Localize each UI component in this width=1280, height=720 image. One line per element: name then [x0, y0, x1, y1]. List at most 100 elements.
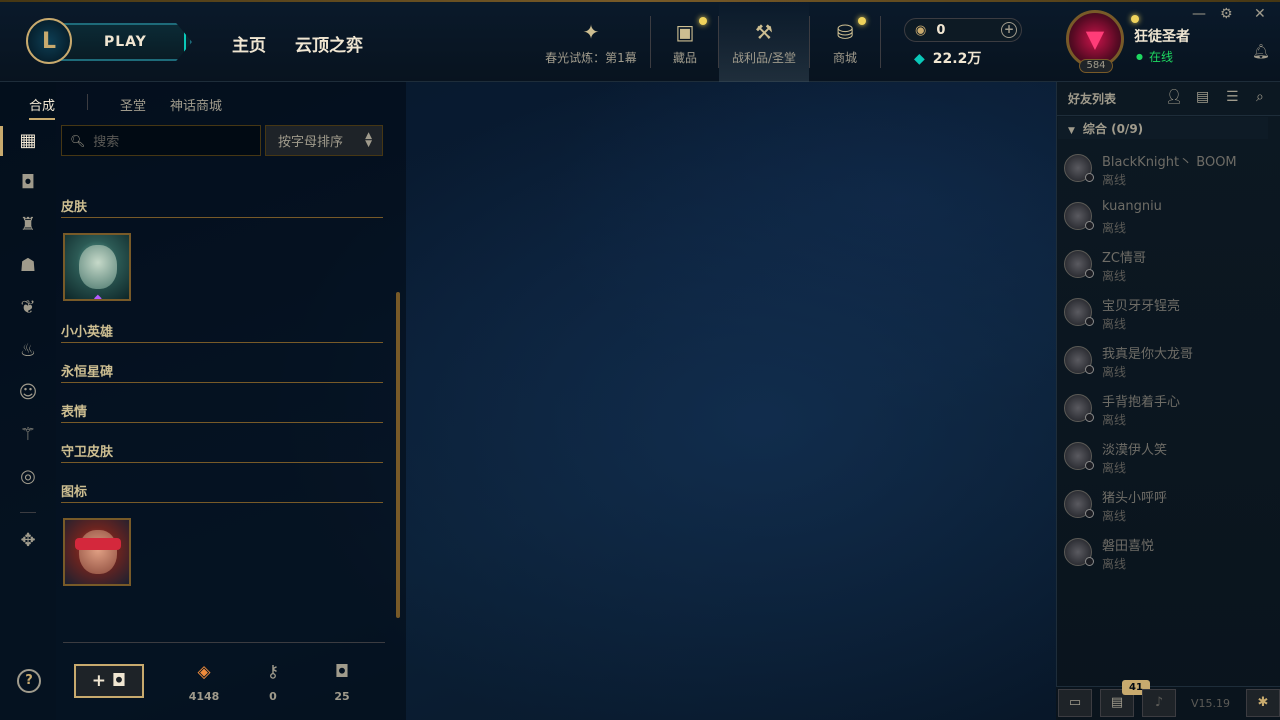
- friend-item[interactable]: 磐田喜悦 离线: [1062, 535, 1272, 575]
- search-icon[interactable]: ⌕: [1256, 89, 1264, 105]
- ward-icon[interactable]: ⚚: [16, 423, 40, 447]
- friend-group[interactable]: ▼ 综合 (0/9): [1058, 117, 1268, 139]
- tab-crafting[interactable]: 合成: [29, 95, 56, 120]
- flame-icon[interactable]: ♨: [16, 339, 40, 363]
- friend-status: 离线: [1102, 461, 1127, 475]
- league-logo-icon[interactable]: L: [26, 18, 72, 64]
- bug-report-icon[interactable]: ✱: [1246, 689, 1280, 717]
- profile-icon[interactable]: ◎: [16, 465, 40, 489]
- level-badge: 584: [1079, 59, 1113, 73]
- friend-item[interactable]: 手背抱着手心 离线: [1062, 391, 1272, 431]
- minimize-icon[interactable]: —: [1192, 6, 1206, 22]
- section-icons[interactable]: 图标: [61, 481, 383, 503]
- search-input[interactable]: 🔍︎ 搜索: [61, 125, 261, 156]
- section-eternals[interactable]: 永恒星碑: [61, 361, 383, 383]
- friend-item[interactable]: 宝贝牙牙锃亮 离线: [1062, 295, 1272, 335]
- bell-icon[interactable]: 🔔︎: [1252, 44, 1270, 60]
- username[interactable]: 狂徒圣者: [1134, 26, 1190, 46]
- friend-status: 离线: [1102, 173, 1127, 187]
- friend-item[interactable]: 猪头小呼呼 离线: [1062, 487, 1272, 527]
- nav-loot-label: 战利品/圣堂: [731, 51, 797, 65]
- friend-item[interactable]: 我真是你大龙哥 离线: [1062, 343, 1272, 383]
- nav-loot[interactable]: ⚒ 战利品/圣堂: [719, 0, 809, 82]
- event-pass-icon: ✦: [582, 20, 600, 44]
- friend-name: kuangniu: [1102, 199, 1162, 214]
- friend-item[interactable]: BlackKnight丶 BOOM 离线: [1062, 151, 1272, 191]
- rp-balance: ◉ 0 +: [904, 18, 1022, 42]
- orange-essence-count: ◈ 4148: [179, 662, 229, 703]
- list-view-icon[interactable]: ☰: [1226, 89, 1239, 105]
- sort-dropdown[interactable]: 按字母排序 ▲ ▼: [265, 125, 383, 156]
- friend-status: 离线: [1102, 317, 1127, 331]
- friend-name: 淡漠伊人笑: [1102, 443, 1168, 458]
- friend-avatar: [1064, 298, 1094, 326]
- orange-essence-icon: ◈: [197, 662, 211, 682]
- section-ward-skins[interactable]: 守卫皮肤: [61, 441, 383, 463]
- mythic-icon[interactable]: ✥: [16, 529, 40, 553]
- add-chest-button[interactable]: + ◘: [74, 664, 144, 698]
- tab-sanctum[interactable]: 圣堂: [120, 95, 146, 114]
- friend-name: 我真是你大龙哥: [1102, 347, 1194, 362]
- add-friend-icon[interactable]: 👤︎: [1165, 89, 1183, 105]
- little-legend-icon[interactable]: ❦: [16, 296, 40, 320]
- section-skins[interactable]: 皮肤: [61, 196, 383, 218]
- close-icon[interactable]: ✕: [1254, 6, 1266, 22]
- key-count: ⚷ 0: [248, 662, 298, 703]
- sidebar-divider: [20, 512, 36, 513]
- chest-icon[interactable]: ◘: [16, 171, 40, 195]
- friend-item[interactable]: ZC情哥 离线: [1062, 247, 1272, 287]
- loot-hammer-icon: ⚒: [755, 20, 773, 44]
- section-little-legends[interactable]: 小小英雄: [61, 321, 383, 343]
- nav-tft[interactable]: 云顶之弈: [295, 31, 363, 56]
- scrollbar[interactable]: [396, 292, 400, 618]
- notification-dot: [858, 17, 866, 25]
- friend-name: ZC情哥: [1102, 251, 1146, 266]
- nav-event-pass[interactable]: ✦ 春光试炼：第1幕: [544, 16, 638, 66]
- champion-helmet-icon[interactable]: ♜: [16, 213, 40, 237]
- friend-name: 宝贝牙牙锃亮: [1102, 299, 1181, 314]
- nav-event-pass-label: 春光试炼：第1幕: [545, 51, 637, 65]
- section-emotes[interactable]: 表情: [61, 401, 383, 423]
- add-rp-button[interactable]: +: [1001, 22, 1017, 38]
- nav-divider: [809, 16, 810, 68]
- chest-icon: ◘: [334, 662, 350, 682]
- friend-avatar: [1064, 202, 1094, 230]
- nav-home[interactable]: 主页: [232, 31, 266, 56]
- friend-item[interactable]: kuangniu 离线: [1062, 199, 1272, 239]
- play-button[interactable]: PLAY: [60, 23, 192, 61]
- red-mask: [75, 538, 121, 550]
- rp-amount: 0: [936, 22, 946, 38]
- friend-item[interactable]: 淡漠伊人笑 离线: [1062, 439, 1272, 479]
- skin-mask-icon[interactable]: ☗: [16, 254, 40, 278]
- friend-name: 手背抱着手心: [1102, 395, 1181, 410]
- skin-tile[interactable]: ◆: [63, 233, 131, 301]
- gear-icon[interactable]: ⚙: [1220, 6, 1233, 22]
- friend-name: 猪头小呼呼: [1102, 491, 1168, 506]
- tab-divider: [87, 94, 88, 110]
- friend-avatar: [1064, 250, 1094, 278]
- microphone-icon[interactable]: ♪: [1142, 689, 1176, 717]
- friend-status: 离线: [1102, 269, 1127, 283]
- all-grid-icon[interactable]: ▦: [16, 129, 40, 153]
- tab-mythic-shop[interactable]: 神话商城: [170, 95, 222, 114]
- status-badge[interactable]: 在线: [1136, 48, 1173, 65]
- profile-notification-dot: [1131, 15, 1139, 23]
- help-icon[interactable]: ?: [17, 669, 41, 693]
- friend-status: 离线: [1102, 413, 1127, 427]
- emote-icon[interactable]: ☺: [16, 381, 40, 405]
- friend-avatar: [1064, 394, 1094, 422]
- chest-value: 25: [334, 690, 350, 703]
- chat-icon[interactable]: ▭: [1058, 689, 1092, 717]
- chevron-down-icon: ▼: [1068, 126, 1075, 136]
- be-balance: ◆ 22.2万: [914, 48, 981, 68]
- icon-tile[interactable]: [63, 518, 131, 586]
- nav-divider: [650, 16, 651, 68]
- sort-label: 按字母排序: [278, 135, 344, 150]
- friend-avatar: [1064, 154, 1094, 182]
- search-placeholder: 搜索: [93, 135, 120, 150]
- friend-avatar: [1064, 442, 1094, 470]
- nav-store-label: 商城: [832, 51, 857, 65]
- add-folder-icon[interactable]: ▤: [1196, 89, 1209, 105]
- friend-status: 离线: [1102, 221, 1127, 235]
- active-indicator: [0, 126, 3, 156]
